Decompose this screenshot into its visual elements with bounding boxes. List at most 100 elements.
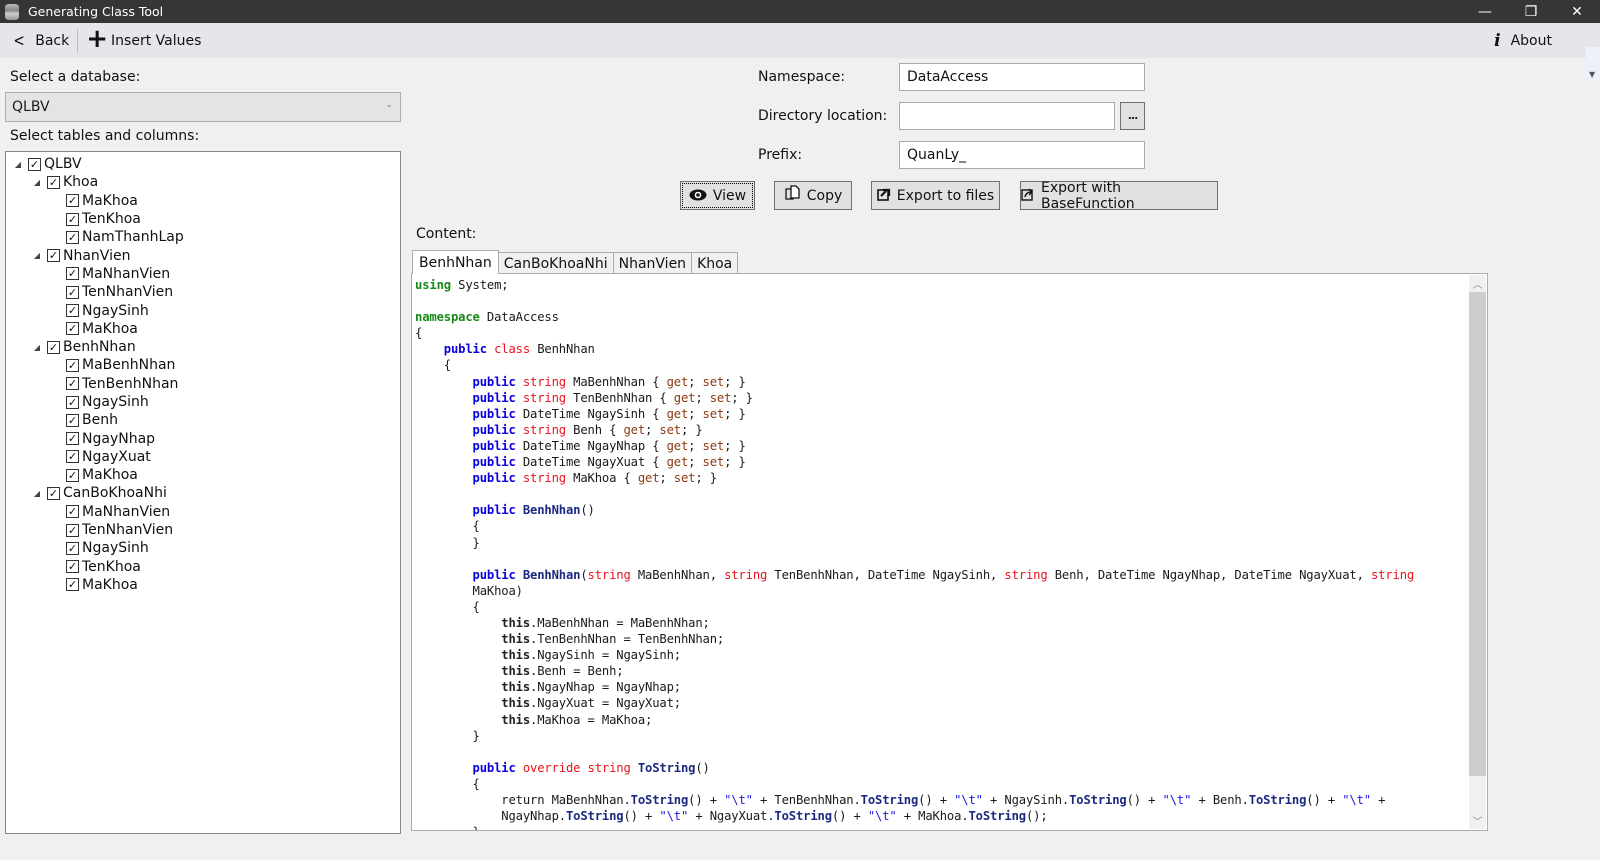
namespace-input[interactable]: DataAccess bbox=[899, 63, 1145, 91]
expand-triangle-icon[interactable]: ◢ bbox=[32, 251, 42, 260]
export-base-function-button[interactable]: Export with BaseFunction bbox=[1020, 180, 1218, 212]
expand-triangle-icon[interactable]: ◢ bbox=[13, 160, 23, 169]
checkbox[interactable]: ✓ bbox=[66, 304, 79, 318]
tree-item-column[interactable]: ✓ MaKhoa bbox=[6, 576, 400, 594]
about-label: About bbox=[1510, 32, 1552, 49]
back-button[interactable]: < Back bbox=[0, 23, 75, 58]
checkbox[interactable]: ✓ bbox=[66, 541, 79, 555]
checkbox[interactable]: ✓ bbox=[66, 432, 79, 446]
about-button[interactable]: i About bbox=[1488, 23, 1558, 58]
code-line: this.MaBenhNhan = MaBenhNhan; bbox=[415, 615, 1414, 631]
code-token: { bbox=[415, 776, 480, 791]
checkbox[interactable]: ✓ bbox=[66, 505, 79, 519]
insert-values-button[interactable]: + Insert Values bbox=[80, 23, 207, 58]
tab-benhnhan[interactable]: BenhNhan bbox=[412, 250, 499, 274]
tree-item-column[interactable]: ✓ Benh bbox=[6, 411, 400, 429]
checkbox[interactable]: ✓ bbox=[47, 249, 60, 263]
checkbox[interactable]: ✓ bbox=[66, 212, 79, 226]
code-token-brown: get bbox=[666, 406, 689, 421]
code-token-navy: ToString bbox=[774, 809, 832, 824]
checkbox[interactable]: ✓ bbox=[47, 340, 60, 354]
code-viewer[interactable]: using System;​namespace DataAccess{ publ… bbox=[411, 273, 1488, 831]
vertical-scrollbar[interactable]: ︿ ﹀ bbox=[1469, 275, 1486, 829]
checkbox[interactable]: ✓ bbox=[66, 358, 79, 372]
checkbox[interactable]: ✓ bbox=[28, 157, 41, 171]
checkbox[interactable]: ✓ bbox=[66, 468, 79, 482]
checkbox[interactable]: ✓ bbox=[66, 230, 79, 244]
tree-item-column[interactable]: ✓ NgayNhap bbox=[6, 429, 400, 447]
browse-button[interactable]: ... bbox=[1120, 102, 1145, 130]
tree-item-column[interactable]: ✓ TenKhoa bbox=[6, 210, 400, 228]
tree-item-column[interactable]: ✓ MaKhoa bbox=[6, 466, 400, 484]
directory-label: Directory location: bbox=[758, 108, 888, 124]
checkbox[interactable]: ✓ bbox=[66, 560, 79, 574]
tree-item-column[interactable]: ✓ MaKhoa bbox=[6, 192, 400, 210]
code-token-red: string bbox=[1370, 567, 1415, 582]
tree-item-column[interactable]: ✓ NgaySinh bbox=[6, 539, 400, 557]
minimize-button[interactable]: — bbox=[1462, 0, 1508, 23]
code-token: ; bbox=[659, 471, 674, 486]
tree-item-column[interactable]: ✓ NamThanhLap bbox=[6, 228, 400, 246]
expand-triangle-icon[interactable]: ◢ bbox=[32, 343, 42, 352]
code-token: { bbox=[415, 326, 423, 341]
checkbox[interactable]: ✓ bbox=[66, 523, 79, 537]
tree-item-column[interactable]: ✓ NgaySinh bbox=[6, 301, 400, 319]
database-select[interactable]: QLBV ⌄ bbox=[5, 92, 401, 122]
tree-item-column[interactable]: ✓ TenBenhNhan bbox=[6, 375, 400, 393]
tree-item-table[interactable]: ◢ ✓ NhanVien bbox=[6, 246, 400, 264]
checkbox[interactable]: ✓ bbox=[66, 377, 79, 391]
checkbox[interactable]: ✓ bbox=[66, 194, 79, 208]
prefix-input[interactable]: QuanLy_ bbox=[899, 141, 1145, 169]
toolbar-overflow-button[interactable]: ▼ bbox=[1586, 47, 1600, 81]
export-files-button[interactable]: Export to files bbox=[871, 181, 1000, 210]
code-token: + TenBenhNhan. bbox=[752, 793, 861, 807]
checkbox[interactable]: ✓ bbox=[66, 413, 79, 427]
tree-item-column[interactable]: ✓ TenNhanVien bbox=[6, 283, 400, 301]
code-token: .MaBenhNhan = MaBenhNhan; bbox=[530, 615, 710, 630]
tables-tree[interactable]: ◢ ✓ QLBV ◢ ✓ Khoa ✓ MaKhoa ✓ TenKhoa ✓ NamThanhLap ◢… bbox=[5, 151, 401, 834]
tree-item-column[interactable]: ✓ MaNhanVien bbox=[6, 503, 400, 521]
tab-khoa[interactable]: Khoa bbox=[691, 252, 739, 274]
tree-item-column[interactable]: ✓ MaNhanVien bbox=[6, 265, 400, 283]
code-token-brown: get bbox=[666, 438, 689, 453]
code-token-brown: get bbox=[637, 471, 660, 486]
tree-item-database[interactable]: ◢ ✓ QLBV bbox=[6, 155, 400, 173]
checkbox[interactable]: ✓ bbox=[66, 322, 79, 336]
code-token-green: namespace bbox=[415, 310, 480, 325]
code-line: this.TenBenhNhan = TenBenhNhan; bbox=[415, 631, 1414, 647]
tab-nhanvien[interactable]: NhanVien bbox=[612, 252, 693, 274]
tree-item-column[interactable]: ✓ NgaySinh bbox=[6, 393, 400, 411]
checkbox[interactable]: ✓ bbox=[66, 395, 79, 409]
tree-item-table[interactable]: ◢ ✓ BenhNhan bbox=[6, 338, 400, 356]
code-token-navy: ToString bbox=[565, 809, 624, 824]
expand-triangle-icon[interactable]: ◢ bbox=[32, 489, 42, 498]
copy-button[interactable]: Copy bbox=[774, 181, 852, 210]
tree-item-column[interactable]: ✓ TenNhanVien bbox=[6, 521, 400, 539]
tree-item-column[interactable]: ✓ TenKhoa bbox=[6, 558, 400, 576]
tab-canbokhoanhi[interactable]: CanBoKhoaNhi bbox=[497, 252, 614, 274]
scroll-down-arrow-icon[interactable]: ﹀ bbox=[1469, 812, 1486, 829]
checkbox[interactable]: ✓ bbox=[66, 450, 79, 464]
checkbox[interactable]: ✓ bbox=[66, 285, 79, 299]
code-token: ; bbox=[688, 406, 703, 421]
scroll-up-arrow-icon[interactable]: ︿ bbox=[1469, 275, 1486, 292]
tree-item-column[interactable]: ✓ NgayXuat bbox=[6, 448, 400, 466]
code-text[interactable]: using System;​namespace DataAccess{ publ… bbox=[415, 277, 1415, 830]
code-token-brown: get bbox=[666, 455, 689, 470]
checkbox[interactable]: ✓ bbox=[47, 175, 60, 189]
restore-button[interactable]: ❐ bbox=[1508, 0, 1554, 23]
close-button[interactable]: ✕ bbox=[1554, 0, 1600, 23]
tree-item-table[interactable]: ◢ ✓ Khoa bbox=[6, 173, 400, 191]
tree-item-table[interactable]: ◢ ✓ CanBoKhoaNhi bbox=[6, 484, 400, 502]
code-token-brown: get bbox=[673, 390, 696, 405]
checkbox[interactable]: ✓ bbox=[66, 267, 79, 281]
expand-triangle-icon[interactable]: ◢ bbox=[32, 178, 42, 187]
view-button[interactable]: View bbox=[680, 181, 755, 210]
tree-item-column[interactable]: ✓ MaKhoa bbox=[6, 320, 400, 338]
directory-input[interactable] bbox=[899, 102, 1115, 130]
code-token: () + bbox=[688, 793, 725, 807]
scroll-thumb[interactable] bbox=[1469, 292, 1486, 776]
checkbox[interactable]: ✓ bbox=[66, 578, 79, 592]
checkbox[interactable]: ✓ bbox=[47, 486, 60, 500]
tree-item-column[interactable]: ✓ MaBenhNhan bbox=[6, 356, 400, 374]
